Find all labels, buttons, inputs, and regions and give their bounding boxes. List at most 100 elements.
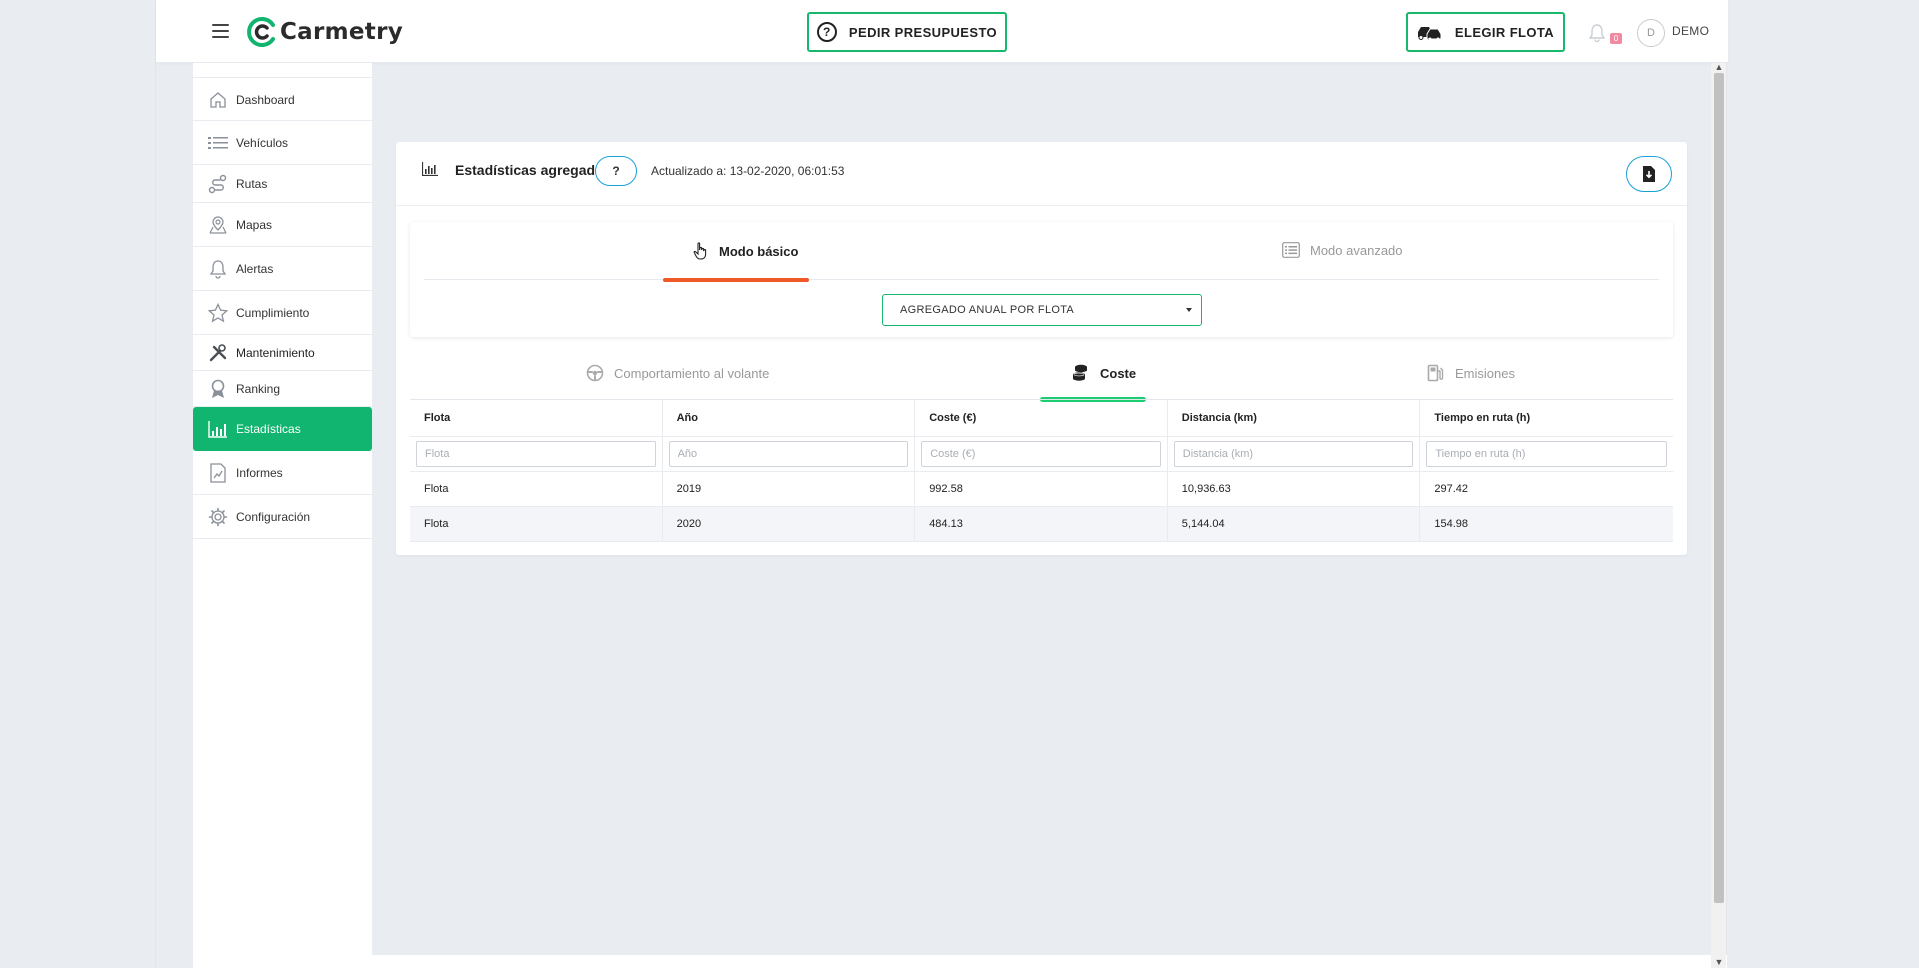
sidebar: Dashboard Vehículos Rutas Mapas Alertas …: [193, 63, 372, 968]
download-button[interactable]: [1626, 156, 1672, 192]
table-row[interactable]: Flota 2020 484.13 5,144.04 154.98: [410, 507, 1673, 542]
tab-basic-mode-label: Modo básico: [719, 243, 799, 259]
sidebar-item-label: Estadísticas: [236, 422, 301, 436]
scroll-up-icon[interactable]: ▲: [1714, 63, 1724, 72]
map-icon: [208, 215, 228, 235]
sidebar-item-ranking[interactable]: Ranking: [193, 371, 372, 407]
caret-down-icon: [1186, 308, 1192, 312]
scroll-down-icon[interactable]: ▼: [1714, 958, 1724, 967]
gear-icon: [208, 507, 228, 527]
cell-route-time: 154.98: [1434, 518, 1469, 530]
sidebar-item-vehicles[interactable]: Vehículos: [193, 121, 372, 165]
sidebar-item-maps[interactable]: Mapas: [193, 203, 372, 247]
choose-fleet-button[interactable]: ELEGIR FLOTA: [1406, 12, 1565, 52]
filter-fleet-input[interactable]: [416, 441, 656, 467]
tab-emissions[interactable]: Emisiones: [1427, 364, 1515, 382]
logo-text: Carmetry: [280, 19, 404, 45]
app-window: Carmetry ? PEDIR PRESUPUESTO ELEGIR FLOT…: [155, 0, 1728, 968]
sidebar-item-routes[interactable]: Rutas: [193, 165, 372, 203]
help-button[interactable]: ?: [595, 156, 637, 186]
tab-emissions-label: Emisiones: [1455, 365, 1515, 381]
route-icon: [208, 174, 228, 194]
avatar[interactable]: D: [1637, 19, 1665, 47]
sidebar-item-label: Configuración: [236, 509, 311, 524]
sidebar-item-statistics[interactable]: Estadísticas: [193, 407, 372, 451]
cell-distance: 5,144.04: [1168, 507, 1421, 541]
sidebar-item-label: Mapas: [236, 217, 273, 232]
sidebar-item-label: Informes: [236, 465, 283, 480]
statistics-card: Estadísticas agregadas ? Actualizado a: …: [396, 142, 1687, 555]
filter-distance-input[interactable]: [1173, 441, 1414, 467]
star-icon: [208, 302, 228, 323]
request-budget-button[interactable]: ? PEDIR PRESUPUESTO: [807, 12, 1007, 52]
sidebar-item-label: Mantenimiento: [236, 345, 315, 360]
filter-cell: [410, 437, 663, 471]
notifications-badge: 0: [1610, 33, 1622, 44]
content-footer: [372, 955, 1727, 968]
sidebar-divider: [193, 77, 372, 78]
sidebar-item-label: Ranking: [236, 381, 281, 396]
active-mode-indicator: [663, 278, 809, 282]
sidebar-item-alerts[interactable]: Alertas: [193, 247, 372, 291]
tab-cost[interactable]: Coste: [1072, 364, 1136, 382]
question-circle-icon: ?: [816, 22, 837, 42]
logo-icon: [247, 17, 275, 47]
filter-cell: [663, 437, 916, 471]
sidebar-item-dashboard[interactable]: Dashboard: [193, 79, 372, 121]
sidebar-item-label: Alertas: [236, 261, 274, 276]
filter-cost-input[interactable]: [921, 441, 1161, 467]
chart-icon: [208, 419, 228, 439]
sidebar-item-label: Cumplimiento: [236, 305, 310, 320]
notifications-bell-icon[interactable]: [1589, 24, 1605, 42]
request-budget-label: PEDIR PRESUPUESTO: [848, 24, 998, 40]
vertical-scrollbar[interactable]: ▲ ▼: [1711, 63, 1726, 968]
cell-route-time: 297.42: [1434, 483, 1469, 495]
scrollbar-thumb[interactable]: [1714, 73, 1724, 903]
tab-basic-mode[interactable]: Modo básico: [693, 242, 798, 260]
column-header-year[interactable]: Año: [663, 400, 916, 436]
page-gutter-left: [0, 0, 155, 968]
column-header-route-time[interactable]: Tiempo en ruta (h): [1420, 400, 1673, 436]
statistics-table: Flota Año Coste (€) Distancia (km) Tiemp…: [410, 399, 1673, 542]
sidebar-item-settings[interactable]: Configuración: [193, 495, 372, 539]
aggregate-select[interactable]: AGREGADO ANUAL POR FLOTA: [882, 294, 1202, 326]
cars-icon: [1417, 27, 1442, 40]
column-header-distance[interactable]: Distancia (km): [1168, 400, 1421, 436]
wrench-icon: [208, 343, 228, 363]
tab-advanced-mode[interactable]: Modo avanzado: [1282, 242, 1403, 258]
column-header-fleet[interactable]: Flota: [410, 400, 663, 436]
gas-pump-icon: [1427, 364, 1444, 382]
coins-icon: [1073, 364, 1087, 381]
page-gutter-right: [1727, 0, 1919, 968]
home-icon: [208, 90, 228, 110]
user-name[interactable]: DEMO: [1672, 24, 1709, 38]
cell-fleet: Flota: [410, 472, 663, 506]
cell-fleet: Flota: [410, 507, 663, 541]
table-row[interactable]: Flota 2019 992.58 10,936.63 297.42: [410, 472, 1673, 507]
filter-cell: [915, 437, 1168, 471]
column-header-cost[interactable]: Coste (€): [915, 400, 1168, 436]
medal-icon: [208, 379, 228, 399]
list-alt-icon: [1282, 242, 1300, 258]
mode-panel: Modo básico Modo avanzado AGREGADO ANUAL…: [410, 222, 1673, 337]
cell-distance: 10,936.63: [1168, 472, 1421, 506]
menu-toggle-icon[interactable]: [212, 24, 229, 38]
logo[interactable]: Carmetry: [246, 15, 403, 49]
sidebar-item-reports[interactable]: Informes: [193, 451, 372, 495]
sidebar-item-maintenance[interactable]: Mantenimiento: [193, 335, 372, 371]
bar-chart-icon: [422, 162, 438, 176]
table-filter-row: [410, 437, 1673, 472]
filter-cell: [1168, 437, 1421, 471]
tab-driving-behavior[interactable]: Comportamiento al volante: [586, 364, 769, 382]
bell-icon: [208, 259, 228, 279]
sidebar-item-compliance[interactable]: Cumplimiento: [193, 291, 372, 335]
aggregate-select-value: AGREGADO ANUAL POR FLOTA: [900, 304, 1075, 316]
table-header-row: Flota Año Coste (€) Distancia (km) Tiemp…: [410, 400, 1673, 437]
tab-cost-label: Coste: [1100, 365, 1137, 381]
steering-wheel-icon: [586, 364, 604, 382]
tab-driving-behavior-label: Comportamiento al volante: [614, 365, 770, 381]
updated-timestamp: Actualizado a: 13-02-2020, 06:01:53: [651, 164, 845, 178]
filter-year-input[interactable]: [668, 441, 909, 467]
sidebar-item-label: Dashboard: [236, 92, 295, 107]
filter-route-time-input[interactable]: [1426, 441, 1667, 467]
